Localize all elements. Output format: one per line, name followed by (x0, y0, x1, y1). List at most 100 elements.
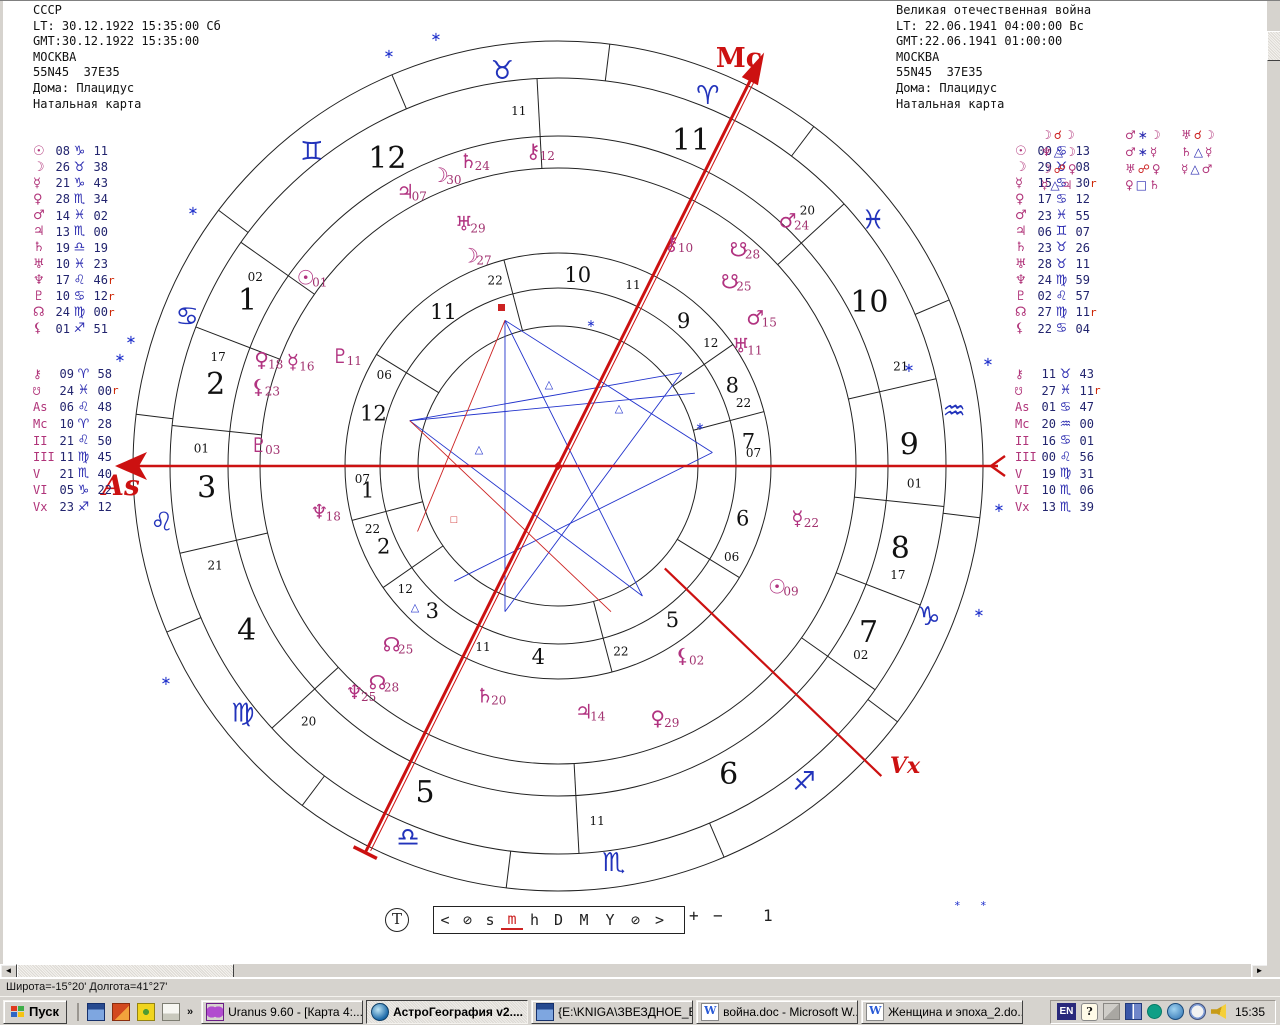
volume-icon[interactable] (1211, 1004, 1226, 1019)
sign-boundary (219, 210, 249, 232)
notes-pen-icon[interactable] (162, 1003, 180, 1021)
wheel-planet-degree: 25 (398, 642, 413, 656)
zodiac-sign-glyph: ♏ (602, 848, 625, 878)
teal-circle-tray-icon[interactable] (1147, 1004, 1162, 1019)
list-row: ☽26♉38 (33, 159, 117, 175)
taskbar-button[interactable]: АстроГеография v2.... (366, 1000, 528, 1024)
list-row: ♇02♌57 (1015, 288, 1099, 304)
wheel-planet-glyph: ⚸ (251, 374, 266, 398)
start-button[interactable]: Пуск (3, 1000, 67, 1024)
step-button-<[interactable]: < (434, 911, 456, 929)
aspect-cell: ♀□♄ (1125, 178, 1162, 192)
inner-house-number: 6 (736, 507, 749, 531)
outer-house-number: 4 (237, 613, 256, 648)
help-tray-icon[interactable]: ? (1081, 1003, 1098, 1021)
list-row: ☊24♍00r (33, 304, 117, 320)
aspect-glyph: △ (475, 444, 484, 456)
list-row: III00♌56 (1015, 449, 1103, 466)
sign-boundary (915, 300, 949, 314)
outer-house-number: 12 (368, 141, 406, 176)
house-icon[interactable] (112, 1003, 130, 1021)
taskbar-button[interactable]: {E:\KNIGA\ЗВЕЗДНОЕ_В... (531, 1000, 693, 1024)
window-icon[interactable] (87, 1003, 105, 1021)
wheel-planet-degree: 10 (678, 241, 693, 255)
vertical-scroll-thumb[interactable] (1267, 31, 1280, 61)
wheel-planet-degree: 15 (762, 315, 777, 329)
inner-cusp-degree: 11 (475, 640, 490, 654)
step-button-M[interactable]: M (571, 911, 597, 929)
language-indicator[interactable]: EN (1057, 1003, 1076, 1020)
asterisk-mark: ∗ (980, 897, 987, 910)
list-row: ⚸01♐51 (33, 321, 117, 337)
step-button-s[interactable]: s (479, 911, 501, 929)
list-row: ⚷09♈58 (33, 366, 121, 383)
yellow-disk-icon[interactable] (137, 1003, 155, 1021)
zodiac-sign-glyph: ♒ (942, 396, 965, 426)
outer-house-cusp (848, 379, 936, 399)
step-button-h[interactable]: h (523, 911, 546, 929)
list-row: Vx23♐12 (33, 499, 121, 516)
wheel-planet-degree: 11 (747, 343, 762, 357)
wheel-planet-degree: 02 (689, 654, 704, 668)
taskbar-button[interactable]: WЖенщина и эпоха_2.do... (861, 1000, 1023, 1024)
inner-cusp-degree: 22 (365, 522, 380, 536)
list-row: ♂14♓02 (33, 208, 117, 224)
step-button-sym[interactable]: ⊘ (623, 911, 648, 929)
aspect-cell: ♂∗☽ (1125, 128, 1163, 142)
quick-launch-overflow-chevron[interactable]: » (187, 1006, 193, 1018)
sign-boundary (792, 127, 814, 157)
aspect-line (454, 452, 712, 581)
outer-house-cusp (172, 425, 262, 434)
globe-tray-icon[interactable] (1167, 1003, 1184, 1020)
outer-house-number: 10 (850, 285, 888, 320)
gray-app-tray-icon[interactable] (1103, 1003, 1120, 1020)
wheel-planet-glyph: ♀ (254, 347, 269, 371)
taskbar-button[interactable]: Wвойна.doc - Microsoft W... (696, 1000, 858, 1024)
status-bar: Широта=-15°20' Долгота=41°27' (0, 977, 1280, 996)
t-button[interactable]: T (385, 908, 409, 932)
wheel-planet-degree: 16 (299, 360, 314, 374)
wheel-planet-glyph: ⚸ (675, 644, 690, 668)
aspect-cell: ♅☌☽ (1181, 128, 1217, 142)
wheel-planet-degree: 25 (736, 280, 751, 294)
scatter-star: ∗ (994, 500, 1005, 515)
list-row: Vx13♏39 (1015, 499, 1103, 516)
scatter-star: ∗ (384, 46, 395, 61)
wheel-planet-degree: 18 (326, 510, 341, 524)
horizontal-scrollbar[interactable]: ◄ ► (0, 964, 1267, 977)
inner-house-cusp (383, 546, 443, 588)
list-row: ♀17♋12 (1015, 191, 1099, 207)
aspect-glyph: △ (411, 602, 420, 614)
step-button->[interactable]: > (648, 911, 671, 929)
taskbar-button[interactable]: Uranus 9.60 - [Карта 4:... (201, 1000, 363, 1024)
outer-cusp-degree: 11 (511, 104, 526, 118)
outer-house-number: 3 (197, 470, 216, 505)
vertical-scrollbar[interactable] (1267, 1, 1280, 977)
window-icon (536, 1003, 554, 1021)
astro-chart-area: ♈♉♊♋♌♍♎♏♐♑♒♓1234567891011121234567891011… (0, 1, 1270, 964)
step-button-m[interactable]: m (501, 910, 523, 930)
outer-house-cusp (574, 764, 579, 854)
aspect-line (410, 393, 695, 420)
zodiac-sign-glyph: ♋ (175, 302, 198, 332)
inner-cusp-degree: 07 (355, 472, 370, 486)
word-icon: W (701, 1003, 719, 1021)
aspect-glyph: △ (545, 379, 554, 391)
inner-cusp-degree: 22 (488, 273, 503, 287)
minus-button[interactable]: − (713, 906, 723, 925)
plus-button[interactable]: + (689, 906, 699, 925)
clock-tray-icon[interactable] (1189, 1003, 1206, 1020)
sign-boundary (136, 414, 173, 419)
monitors-tray-icon[interactable] (1125, 1003, 1142, 1020)
taskbar-clock[interactable]: 15:35 (1231, 1005, 1269, 1019)
list-row: VI05♑22 (33, 482, 121, 499)
step-buttons-box: <⊘smhDMY⊘> (433, 906, 685, 934)
scatter-star: ∗ (188, 203, 199, 218)
desktop: ♈♉♊♋♌♍♎♏♐♑♒♓1234567891011121234567891011… (0, 0, 1280, 1025)
aspect-line (410, 421, 611, 612)
step-button-sym[interactable]: ⊘ (456, 911, 479, 929)
step-button-D[interactable]: D (546, 911, 571, 929)
list-row: V19♍31 (1015, 466, 1103, 483)
globe-icon (371, 1003, 389, 1021)
step-button-Y[interactable]: Y (597, 911, 623, 929)
